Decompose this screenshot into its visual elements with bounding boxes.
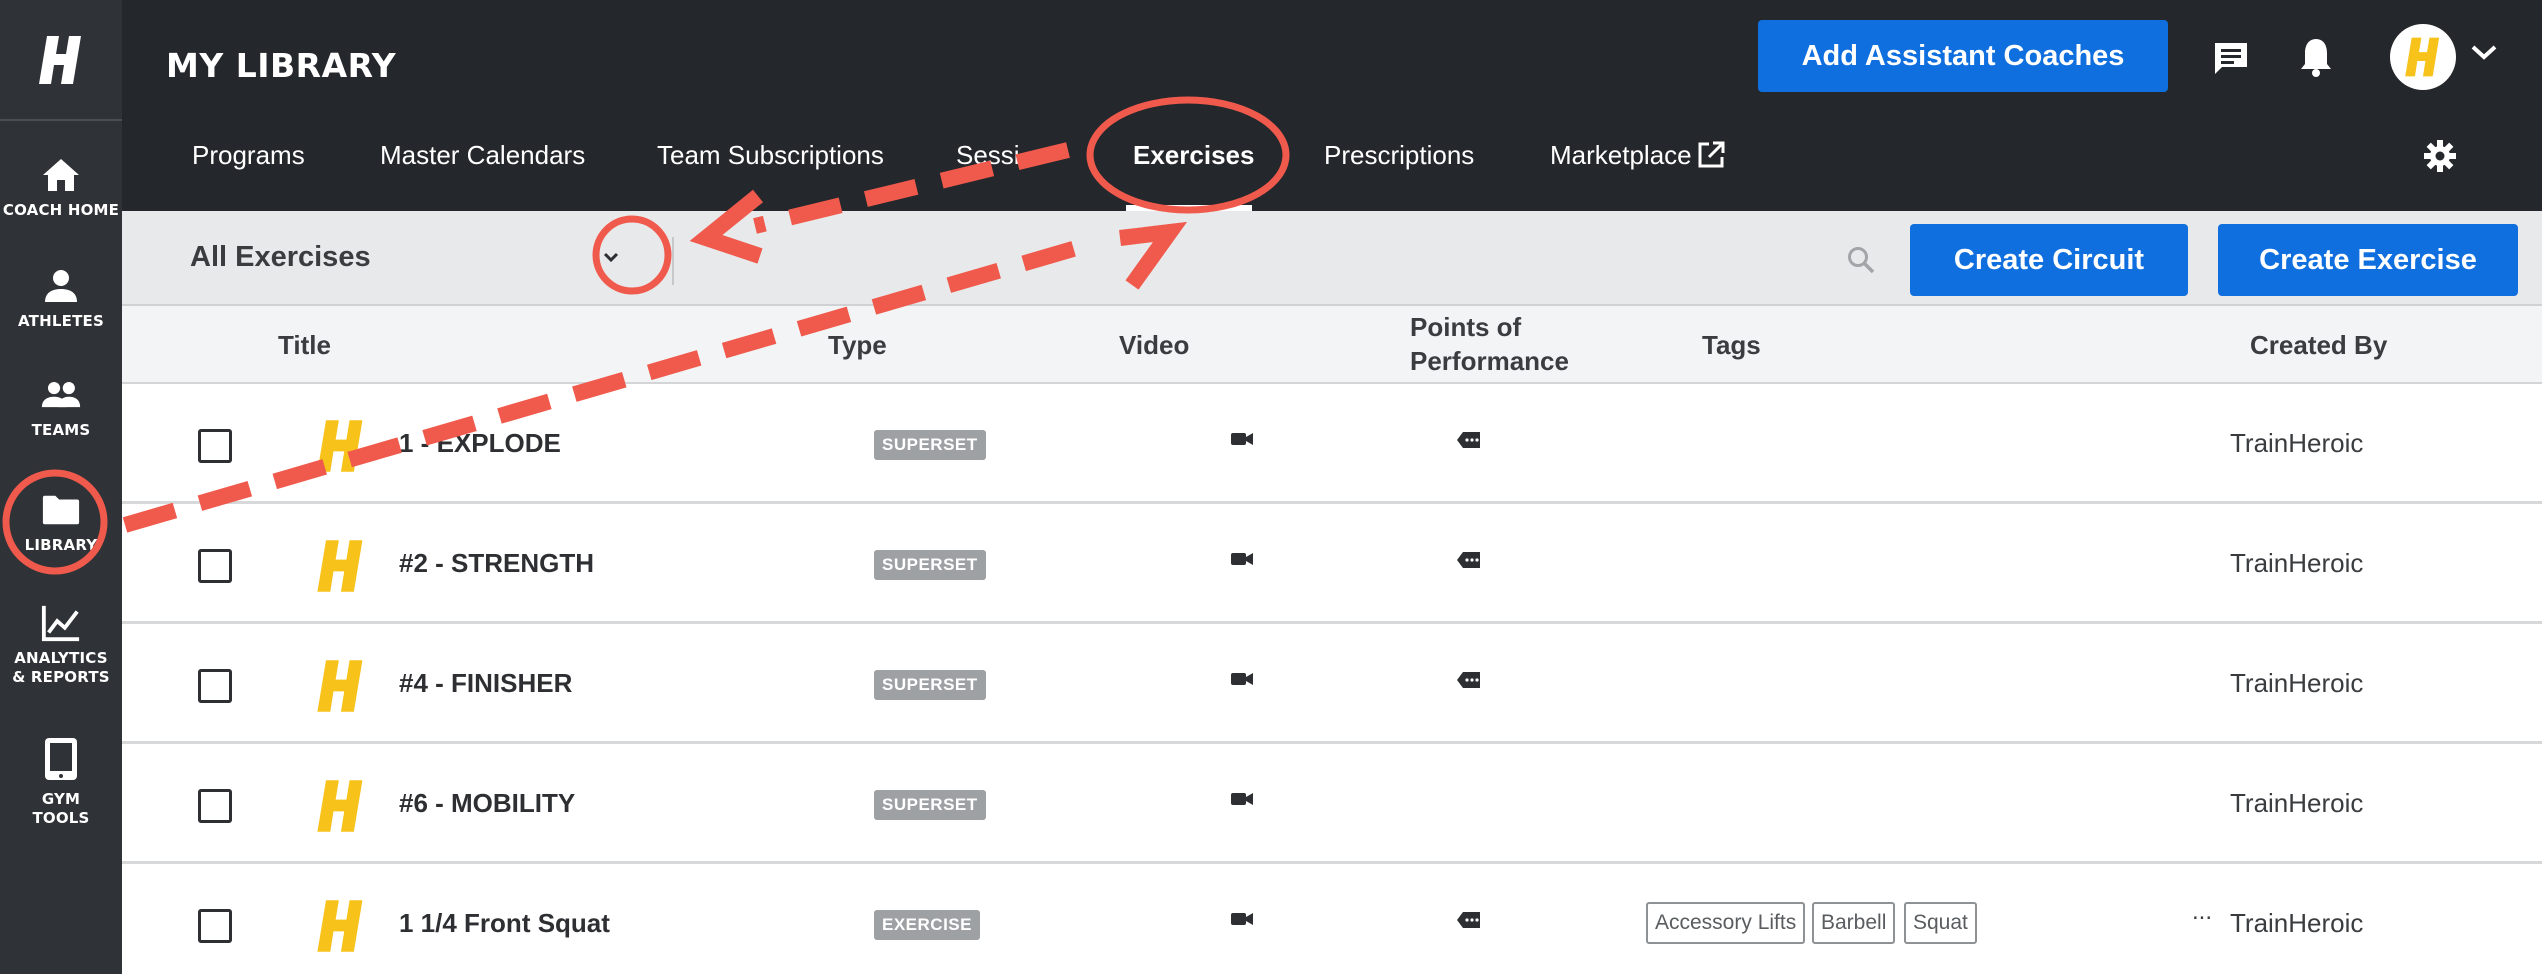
tab-exercises[interactable]: Exercises	[1133, 140, 1254, 171]
type-badge: SUPERSET	[874, 430, 986, 460]
create-exercise-button[interactable]: Create Exercise	[2218, 224, 2518, 296]
exercise-logo-icon	[317, 900, 363, 952]
people-icon	[41, 375, 81, 415]
column-header-created-by[interactable]: Created By	[2250, 330, 2387, 361]
type-badge: SUPERSET	[874, 670, 986, 700]
trainheroic-logo[interactable]	[0, 0, 122, 121]
sidebar-item-label: GYM TOOLS	[32, 790, 90, 827]
tab-programs[interactable]: Programs	[192, 140, 305, 171]
sidebar-item-gym-tools[interactable]: GYM TOOLS	[0, 734, 122, 828]
video-camera-icon	[1231, 913, 1253, 925]
row-checkbox[interactable]	[198, 789, 232, 823]
avatar-logo-icon	[2405, 37, 2440, 77]
column-header-video: Video	[1119, 330, 1190, 360]
sidebar-item-label: COACH HOME	[2, 201, 120, 219]
type-badge: SUPERSET	[874, 790, 986, 820]
add-assistant-coaches-button[interactable]: Add Assistant Coaches	[1758, 20, 2168, 92]
sidebar: COACH HOME ATHLETES TEAMS LIBRARY ANALYT	[0, 0, 122, 974]
video-camera-icon	[1231, 553, 1253, 565]
filter-select-value[interactable]: All Exercises	[190, 241, 371, 274]
row-checkbox[interactable]	[198, 909, 232, 943]
type-badge: SUPERSET	[874, 550, 986, 580]
logo-h-icon	[39, 35, 81, 84]
video-camera-icon	[1231, 673, 1253, 685]
column-header-title[interactable]: Title	[278, 330, 331, 361]
more-tags-ellipsis[interactable]: ...	[2192, 898, 2212, 926]
table-row[interactable]: #2 - STRENGTH SUPERSET TrainHeroic	[122, 504, 2542, 624]
avatar[interactable]	[2390, 24, 2456, 90]
tab-marketplace[interactable]: Marketplace	[1550, 140, 1692, 171]
column-header-type[interactable]: Type	[828, 330, 887, 361]
sidebar-item-label: ANALYTICS & REPORTS	[12, 649, 110, 686]
chevron-down-icon[interactable]	[2470, 44, 2498, 67]
type-badge: EXERCISE	[874, 910, 980, 940]
table-row[interactable]: #4 - FINISHER SUPERSET TrainHeroic	[122, 624, 2542, 744]
sidebar-item-label: ATHLETES	[18, 312, 104, 330]
toolbar-divider	[672, 237, 674, 285]
video-camera-icon	[1231, 433, 1253, 445]
column-header-pop-line2: Performance	[1410, 346, 1569, 376]
sidebar-item-label: TEAMS	[31, 421, 91, 439]
table-row[interactable]: #6 - MOBILITY SUPERSET TrainHeroic	[122, 744, 2542, 864]
created-by: TrainHeroic	[2230, 668, 2364, 698]
page-title: MY LIBRARY	[166, 46, 397, 85]
row-title[interactable]: 1 1/4 Front Squat	[399, 908, 610, 939]
library-toolbar: All Exercises Create Circuit Create Exer…	[122, 211, 2542, 306]
superset-logo-icon	[317, 420, 363, 472]
superset-logo-icon	[317, 780, 363, 832]
sidebar-item-teams[interactable]: TEAMS	[0, 375, 122, 440]
created-by: TrainHeroic	[2230, 788, 2364, 818]
column-header-tags: Tags	[1702, 330, 1761, 360]
chart-icon	[41, 603, 81, 643]
tab-prescriptions[interactable]: Prescriptions	[1324, 140, 1474, 171]
row-checkbox[interactable]	[198, 549, 232, 583]
create-circuit-button[interactable]: Create Circuit	[1910, 224, 2188, 296]
chat-icon[interactable]	[2212, 40, 2250, 83]
row-title[interactable]: 1 - EXPLODE	[399, 428, 561, 459]
superset-logo-icon	[317, 540, 363, 592]
tab-master-calendars[interactable]: Master Calendars	[380, 140, 585, 171]
tablet-icon	[41, 734, 81, 784]
table-row[interactable]: 1 1/4 Front Squat EXERCISE Accessory Lif…	[122, 864, 2542, 974]
row-checkbox[interactable]	[198, 669, 232, 703]
created-by: TrainHeroic	[2230, 428, 2364, 458]
filter-dropdown-chevron-icon[interactable]	[600, 249, 622, 270]
external-link-icon	[1696, 140, 1726, 175]
created-by: TrainHeroic	[2230, 908, 2364, 938]
created-by: TrainHeroic	[2230, 548, 2364, 578]
points-of-performance-icon	[1457, 552, 1480, 568]
person-icon	[41, 266, 81, 306]
points-of-performance-icon	[1457, 672, 1480, 688]
superset-logo-icon	[317, 660, 363, 712]
home-icon	[41, 155, 81, 195]
video-camera-icon	[1231, 793, 1253, 805]
points-of-performance-icon	[1457, 432, 1480, 448]
sidebar-item-analytics[interactable]: ANALYTICS & REPORTS	[0, 603, 122, 687]
sidebar-item-library[interactable]: LIBRARY	[0, 490, 122, 555]
points-of-performance-icon	[1457, 912, 1480, 928]
notifications-bell-icon[interactable]	[2298, 36, 2334, 83]
folder-icon	[41, 490, 81, 530]
row-title[interactable]: #4 - FINISHER	[399, 668, 572, 699]
table-row[interactable]: 1 - EXPLODE SUPERSET TrainHeroic	[122, 384, 2542, 504]
row-checkbox[interactable]	[198, 429, 232, 463]
tag-chip[interactable]: Accessory Lifts	[1646, 902, 1806, 944]
app-root: COACH HOME ATHLETES TEAMS LIBRARY ANALYT	[0, 0, 2542, 974]
tab-sessions[interactable]: Sessi	[956, 140, 1020, 171]
column-header-pop-line1: Points of	[1410, 312, 1522, 342]
top-header: MY LIBRARY Add Assistant Coaches Program…	[122, 0, 2542, 211]
sidebar-item-label: LIBRARY	[24, 536, 98, 554]
sidebar-item-athletes[interactable]: ATHLETES	[0, 266, 122, 331]
search-icon[interactable]	[1846, 245, 1876, 280]
sidebar-item-coach-home[interactable]: COACH HOME	[0, 155, 122, 220]
settings-gear-icon[interactable]	[2422, 138, 2458, 179]
row-title[interactable]: #6 - MOBILITY	[399, 788, 575, 819]
tab-team-subscriptions[interactable]: Team Subscriptions	[657, 140, 884, 171]
tag-chip[interactable]: Squat	[1904, 902, 1977, 944]
table-header: Title Type Video Points of Performance T…	[122, 306, 2542, 384]
row-title[interactable]: #2 - STRENGTH	[399, 548, 594, 579]
tag-chip[interactable]: Barbell	[1812, 902, 1896, 944]
